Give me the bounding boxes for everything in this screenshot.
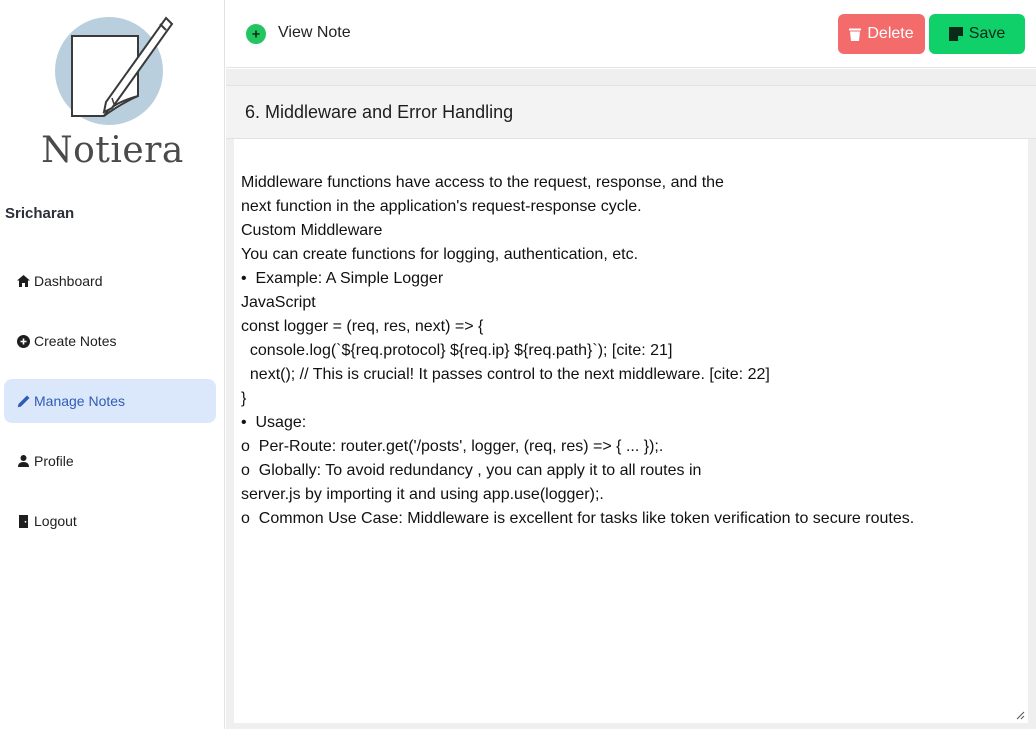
note-view: 6. Middleware and Error Handling Middlew… bbox=[226, 69, 1036, 729]
sidebar-item-label: Manage Notes bbox=[34, 393, 126, 409]
brand-name: Notiera bbox=[41, 130, 184, 171]
sidebar-item-label: Dashboard bbox=[34, 273, 103, 289]
home-icon bbox=[16, 274, 30, 288]
note-pen-icon bbox=[71, 16, 174, 117]
sidebar-item-profile[interactable]: Profile bbox=[4, 439, 216, 483]
sidebar-item-logout[interactable]: Logout bbox=[4, 499, 216, 543]
note-line: Middleware functions have access to the … bbox=[241, 174, 724, 191]
sticky-note-icon bbox=[948, 27, 963, 41]
note-line: server.js by importing it and using app.… bbox=[241, 486, 604, 503]
note-content-textarea[interactable]: Middleware functions have access to the … bbox=[234, 139, 1028, 723]
user-name: Sricharan bbox=[5, 205, 75, 222]
pencil-icon bbox=[16, 394, 30, 408]
note-line: JavaScript bbox=[241, 294, 316, 311]
delete-button[interactable]: Delete bbox=[838, 14, 925, 54]
note-content: Middleware functions have access to the … bbox=[241, 171, 1020, 531]
note-line: } bbox=[241, 390, 247, 407]
note-line: const logger = (req, res, next) => { bbox=[241, 318, 484, 335]
sidebar-nav: Dashboard Create Notes Manage Notes Prof… bbox=[4, 259, 216, 559]
resize-handle-icon[interactable] bbox=[1016, 711, 1025, 720]
note-line: o Per-Route: router.get('/posts', logger… bbox=[241, 438, 664, 455]
page-title: View Note bbox=[278, 24, 351, 41]
save-button[interactable]: Save bbox=[929, 14, 1025, 54]
trash-icon bbox=[849, 28, 862, 41]
delete-label: Delete bbox=[867, 25, 914, 42]
user-icon bbox=[16, 454, 30, 468]
sidebar-item-label: Profile bbox=[34, 453, 74, 469]
note-line: next(); // This is crucial! It passes co… bbox=[241, 366, 770, 383]
note-line: o Common Use Case: Middleware is excelle… bbox=[241, 510, 915, 527]
save-label: Save bbox=[968, 25, 1006, 42]
note-title-bar: 6. Middleware and Error Handling bbox=[226, 85, 1036, 139]
note-line: You can create functions for logging, au… bbox=[241, 246, 639, 263]
note-line: • Usage: bbox=[241, 414, 307, 431]
door-icon bbox=[16, 514, 30, 528]
top-bar: View Note Delete Save bbox=[226, 0, 1036, 68]
sidebar-item-manage-notes[interactable]: Manage Notes bbox=[4, 379, 216, 423]
sidebar-item-dashboard[interactable]: Dashboard bbox=[4, 259, 216, 303]
view-note-icon bbox=[246, 24, 266, 44]
note-line: next function in the application's reque… bbox=[241, 198, 642, 215]
sidebar-item-label: Logout bbox=[34, 513, 77, 529]
plus-circle-icon bbox=[16, 334, 30, 348]
note-line: Custom Middleware bbox=[241, 222, 383, 239]
note-line: console.log(`${req.protocol} ${req.ip} $… bbox=[241, 342, 673, 359]
brand-logo: Notiera bbox=[40, 12, 185, 172]
note-line: • Example: A Simple Logger bbox=[241, 270, 444, 287]
sidebar: Notiera Sricharan Dashboard Create Notes… bbox=[0, 0, 225, 729]
sidebar-item-label: Create Notes bbox=[34, 333, 117, 349]
sidebar-item-create-notes[interactable]: Create Notes bbox=[4, 319, 216, 363]
note-line: o Globally: To avoid redundancy , you ca… bbox=[241, 462, 702, 479]
note-title: 6. Middleware and Error Handling bbox=[245, 102, 514, 122]
